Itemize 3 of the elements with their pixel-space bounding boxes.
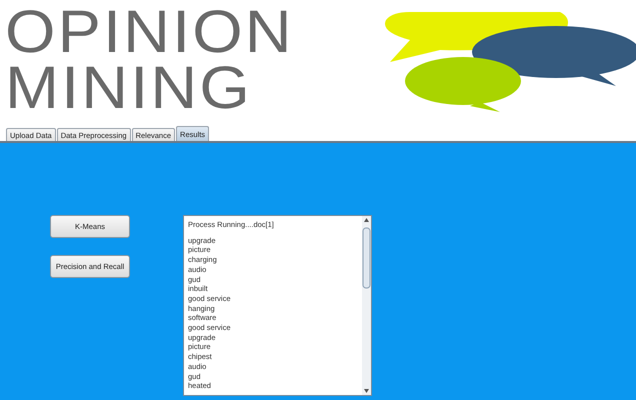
scrollbar-icon <box>362 216 371 395</box>
logo-title: OPINION <box>5 4 294 60</box>
logo-title: MINING <box>5 60 253 116</box>
